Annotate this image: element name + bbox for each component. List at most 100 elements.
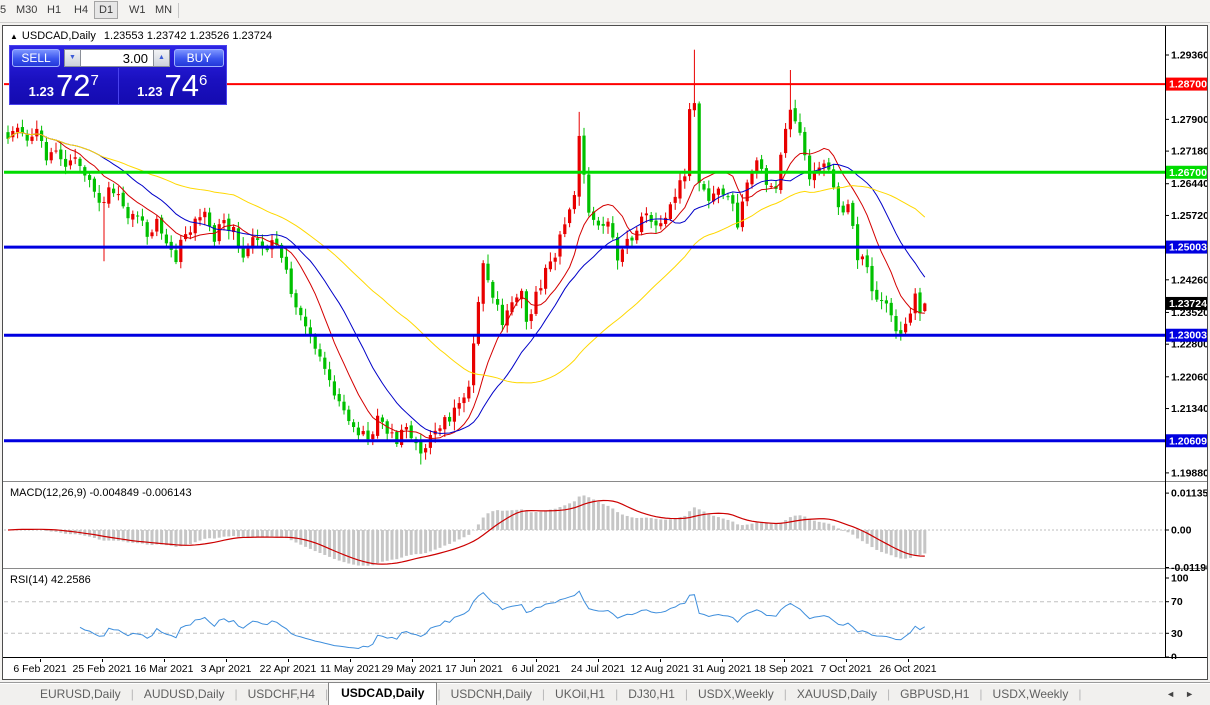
- collapse-arrow-icon[interactable]: ▲: [10, 32, 18, 41]
- chart-tab-usdcad-daily[interactable]: USDCAD,Daily: [328, 682, 437, 705]
- chart-tab-usdchf-h4[interactable]: USDCHF,H4: [238, 684, 325, 705]
- timeframe-button-h4[interactable]: H4: [70, 2, 92, 18]
- date-tick-label: 22 Apr 2021: [260, 663, 317, 675]
- buy-price-prefix: 1.23: [137, 84, 162, 99]
- volume-stepper: ▼ 3.00 ▲: [64, 49, 170, 67]
- svg-text:1.25720: 1.25720: [1171, 210, 1207, 222]
- svg-text:0.00: 0.00: [1171, 525, 1192, 537]
- chart-canvas[interactable]: 1.29360 1.27900 1.27180 1.26440 1.25720 1.242…: [3, 26, 1207, 659]
- date-tick-label: 18 Sep 2021: [754, 663, 814, 675]
- date-tick-label: 17 Jun 2021: [445, 663, 503, 675]
- buy-price-big: 74: [164, 69, 198, 102]
- rsi-pane[interactable]: [4, 591, 1165, 648]
- svg-text:1.27180: 1.27180: [1171, 146, 1207, 158]
- timeframe-button-5[interactable]: 5: [0, 2, 10, 18]
- date-tick-mark: [412, 659, 413, 662]
- chart-tab-audusd-daily[interactable]: AUDUSD,Daily: [134, 684, 235, 705]
- chart-tab-xauusd-daily[interactable]: XAUUSD,Daily: [787, 684, 887, 705]
- date-tick-mark: [660, 659, 661, 662]
- chart-symbol-label: USDCAD,Daily: [22, 30, 96, 42]
- volume-field[interactable]: 3.00: [81, 49, 153, 67]
- svg-text:1.28700: 1.28700: [1169, 79, 1207, 91]
- price-pane[interactable]: [6, 50, 926, 465]
- rsi-label: RSI(14) 42.2586: [10, 574, 91, 586]
- date-tick-label: 31 Aug 2021: [693, 663, 752, 675]
- chart-tab-usdx-weekly-2[interactable]: USDX,Weekly: [983, 684, 1079, 705]
- date-tick-mark: [598, 659, 599, 662]
- sell-price-big: 72: [56, 69, 90, 102]
- date-tick-mark: [288, 659, 289, 662]
- timeframe-button-mn[interactable]: MN: [151, 2, 176, 18]
- timeframe-button-w1[interactable]: W1: [125, 2, 150, 18]
- svg-text:70: 70: [1171, 596, 1183, 608]
- date-tick-mark: [474, 659, 475, 662]
- chart-tab-eurusd-daily[interactable]: EURUSD,Daily: [30, 684, 131, 705]
- svg-text:1.26440: 1.26440: [1171, 178, 1207, 190]
- date-tick-label: 12 Aug 2021: [631, 663, 690, 675]
- timeframe-toolbar: 5M30H1 H4D1 W1MN: [0, 0, 1210, 23]
- chart-window: 1.29360 1.27900 1.27180 1.26440 1.25720 1.242…: [2, 25, 1208, 680]
- chart-tab-usdcnh-daily[interactable]: USDCNH,Daily: [441, 684, 542, 705]
- buy-price[interactable]: 1.23 74 6: [119, 68, 227, 104]
- svg-text:1.19880: 1.19880: [1171, 467, 1207, 479]
- date-tick-label: 26 Oct 2021: [879, 663, 936, 675]
- date-tick-mark: [722, 659, 723, 662]
- volume-increase-icon[interactable]: ▲: [153, 49, 170, 67]
- svg-text:1.26700: 1.26700: [1169, 167, 1207, 179]
- date-tick-label: 16 Mar 2021: [135, 663, 194, 675]
- date-tick-label: 7 Oct 2021: [820, 663, 871, 675]
- chart-tab-dj30-h1[interactable]: DJ30,H1: [618, 684, 685, 705]
- timeframe-button-m30[interactable]: M30: [12, 2, 41, 18]
- timeframe-button-d1[interactable]: D1: [94, 1, 118, 19]
- date-tick-mark: [102, 659, 103, 662]
- buy-button[interactable]: BUY: [174, 49, 224, 67]
- price-axis: 1.29360 1.27900 1.27180 1.26440 1.25720 1.242…: [1165, 50, 1207, 660]
- svg-text:30: 30: [1171, 628, 1183, 640]
- sell-button[interactable]: SELL: [12, 49, 60, 67]
- axis-badge-1.20609: 1.20609: [1166, 434, 1207, 447]
- svg-text:1.29360: 1.29360: [1171, 50, 1207, 62]
- chart-tab-gbpusd-h1[interactable]: GBPUSD,H1: [890, 684, 979, 705]
- date-tick-label: 29 May 2021: [382, 663, 443, 675]
- macd-pane[interactable]: [4, 495, 1165, 565]
- svg-text:1.27900: 1.27900: [1171, 114, 1207, 126]
- volume-decrease-icon[interactable]: ▼: [64, 49, 81, 67]
- macd-signal-line: [8, 501, 925, 565]
- chart-tab-bar: ◄► EURUSD,Daily|AUDUSD,Daily|USDCHF,H4|U…: [0, 682, 1210, 705]
- rsi-value: 42.2586: [51, 574, 91, 586]
- date-tick-mark: [164, 659, 165, 662]
- tab-scroll-left-icon[interactable]: ◄: [1166, 689, 1185, 699]
- chart-title: ▲USDCAD,Daily1.23553 1.23742 1.23526 1.2…: [10, 30, 272, 42]
- tab-scroll-arrows: ◄►: [1166, 689, 1204, 699]
- date-tick-mark: [350, 659, 351, 662]
- axis-badge-1.23003: 1.23003: [1166, 329, 1207, 342]
- svg-text:100: 100: [1171, 573, 1189, 585]
- date-tick-mark: [846, 659, 847, 662]
- date-tick-label: 25 Feb 2021: [73, 663, 132, 675]
- svg-text:0: 0: [1171, 652, 1177, 660]
- date-tick-label: 6 Jul 2021: [512, 663, 560, 675]
- chart-tab-ukoil-h1[interactable]: UKOil,H1: [545, 684, 615, 705]
- date-tick-mark: [784, 659, 785, 662]
- date-tick-mark: [536, 659, 537, 662]
- date-tick-label: 11 May 2021: [320, 663, 380, 675]
- svg-text:1.24260: 1.24260: [1171, 274, 1207, 286]
- sell-price-prefix: 1.23: [29, 84, 54, 99]
- date-axis: 6 Feb 202125 Feb 202116 Mar 20213 Apr 20…: [3, 659, 1207, 679]
- axis-badge-1.26700: 1.26700: [1166, 166, 1207, 179]
- tab-separator: |: [1078, 687, 1081, 705]
- date-tick-mark: [40, 659, 41, 662]
- svg-text:1.20609: 1.20609: [1169, 435, 1207, 447]
- timeframe-button-h1[interactable]: H1: [43, 2, 65, 18]
- macd-label: MACD(12,26,9) -0.004849 -0.006143: [10, 487, 192, 499]
- one-click-trade-panel: SELL ▼ 3.00 ▲ BUY 1.23 72 7 1.23 74 6: [9, 45, 227, 105]
- sell-price[interactable]: 1.23 72 7: [10, 68, 119, 104]
- chart-tab-usdx-weekly[interactable]: USDX,Weekly: [688, 684, 784, 705]
- axis-badge-1.28700: 1.28700: [1166, 78, 1207, 91]
- buy-price-sup: 6: [199, 72, 207, 89]
- tab-scroll-right-icon[interactable]: ►: [1185, 689, 1204, 699]
- ma-20-line: [8, 132, 925, 433]
- svg-text:1.23724: 1.23724: [1169, 298, 1207, 310]
- sell-price-sup: 7: [90, 72, 98, 89]
- svg-text:0.01135: 0.01135: [1171, 488, 1207, 500]
